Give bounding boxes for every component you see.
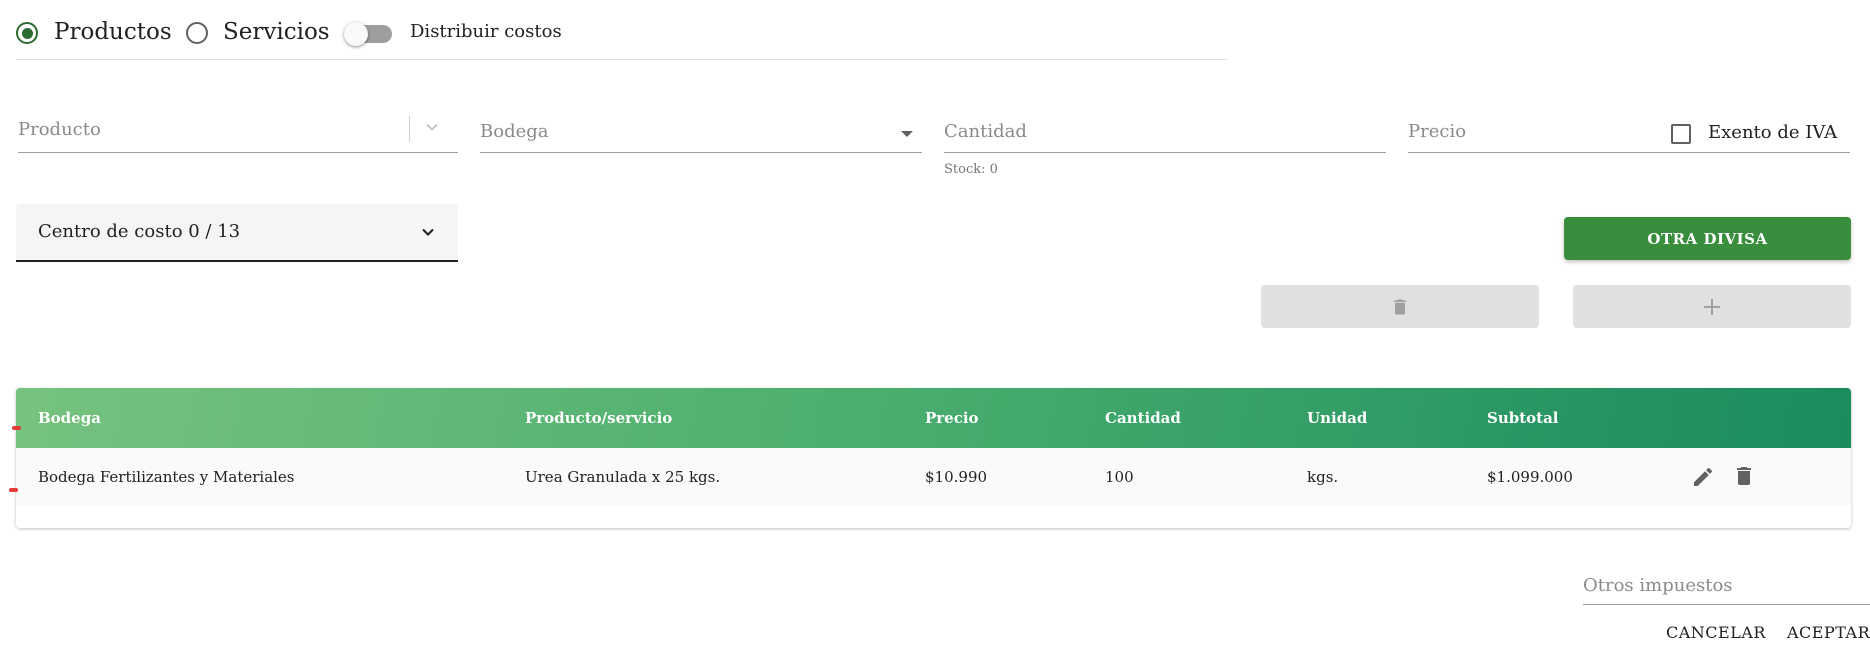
cell-bodega: Bodega Fertilizantes y Materiales (38, 468, 295, 486)
otros-impuestos-underline (1583, 604, 1870, 605)
items-table: Bodega Producto/servicio Precio Cantidad… (16, 388, 1851, 528)
header-divider (16, 59, 1228, 60)
radio-servicios-label[interactable]: Servicios (223, 19, 330, 45)
stock-hint: Stock: 0 (944, 162, 998, 177)
radio-productos-label[interactable]: Productos (54, 19, 172, 45)
cell-producto: Urea Granulada x 25 kgs. (525, 468, 721, 486)
delete-button[interactable] (1261, 285, 1539, 328)
trash-icon[interactable] (1732, 464, 1756, 488)
bodega-underline (480, 152, 922, 153)
precio-underline (1408, 152, 1850, 153)
cantidad-underline (944, 152, 1386, 153)
exento-iva-label[interactable]: Exento de IVA (1708, 122, 1837, 143)
chevron-down-icon (418, 222, 438, 242)
cancel-button[interactable]: CANCELAR (1666, 623, 1766, 642)
otros-impuestos-field[interactable]: Otros impuestos (1583, 570, 1870, 606)
cell-cantidad: 100 (1105, 468, 1134, 486)
bodega-field[interactable]: Bodega (480, 112, 922, 154)
radio-servicios[interactable] (186, 22, 208, 44)
cell-unidad: kgs. (1307, 468, 1339, 486)
centro-costo-select[interactable]: Centro de costo 0 / 13 (16, 204, 458, 262)
precio-label: Precio (1408, 121, 1467, 142)
distribute-costs-label: Distribuir costos (410, 21, 562, 42)
table-row: Bodega Fertilizantes y Materiales Urea G… (16, 448, 1851, 506)
distribute-costs-toggle[interactable] (344, 21, 394, 47)
centro-costo-value: Centro de costo 0 / 13 (38, 221, 241, 242)
radio-productos[interactable] (16, 22, 38, 44)
column-header-cantidad: Cantidad (1105, 409, 1181, 427)
column-header-producto: Producto/servicio (525, 409, 673, 427)
cantidad-field[interactable]: Cantidad (944, 112, 1386, 154)
annotation-mark (12, 426, 21, 430)
annotation-mark (9, 488, 18, 492)
column-header-unidad: Unidad (1307, 409, 1368, 427)
type-selector: Productos Servicios Distribuir costos (16, 18, 616, 48)
column-header-bodega: Bodega (38, 409, 101, 427)
cell-subtotal: $1.099.000 (1487, 468, 1573, 486)
dropdown-arrow-icon[interactable] (900, 124, 914, 137)
producto-field[interactable]: Producto (18, 112, 458, 154)
trash-icon (1390, 296, 1410, 318)
cell-precio: $10.990 (925, 468, 988, 486)
column-header-precio: Precio (925, 409, 979, 427)
cantidad-label: Cantidad (944, 121, 1027, 142)
table-header: Bodega Producto/servicio Precio Cantidad… (16, 388, 1851, 448)
otros-impuestos-label: Otros impuestos (1583, 575, 1733, 596)
edit-icon[interactable] (1691, 465, 1715, 489)
radio-selected-dot (21, 27, 33, 39)
producto-separator (409, 116, 410, 142)
plus-icon (1702, 297, 1722, 317)
column-header-subtotal: Subtotal (1487, 409, 1559, 427)
chevron-down-icon[interactable] (422, 117, 442, 137)
other-currency-button[interactable]: OTRA DIVISA (1564, 217, 1851, 260)
add-button[interactable] (1573, 285, 1851, 328)
producto-underline (18, 152, 458, 153)
bodega-label: Bodega (480, 121, 549, 142)
producto-label: Producto (18, 119, 101, 140)
exento-iva-checkbox[interactable] (1671, 124, 1691, 144)
accept-button[interactable]: ACEPTAR (1787, 623, 1870, 642)
toggle-thumb (344, 22, 368, 46)
